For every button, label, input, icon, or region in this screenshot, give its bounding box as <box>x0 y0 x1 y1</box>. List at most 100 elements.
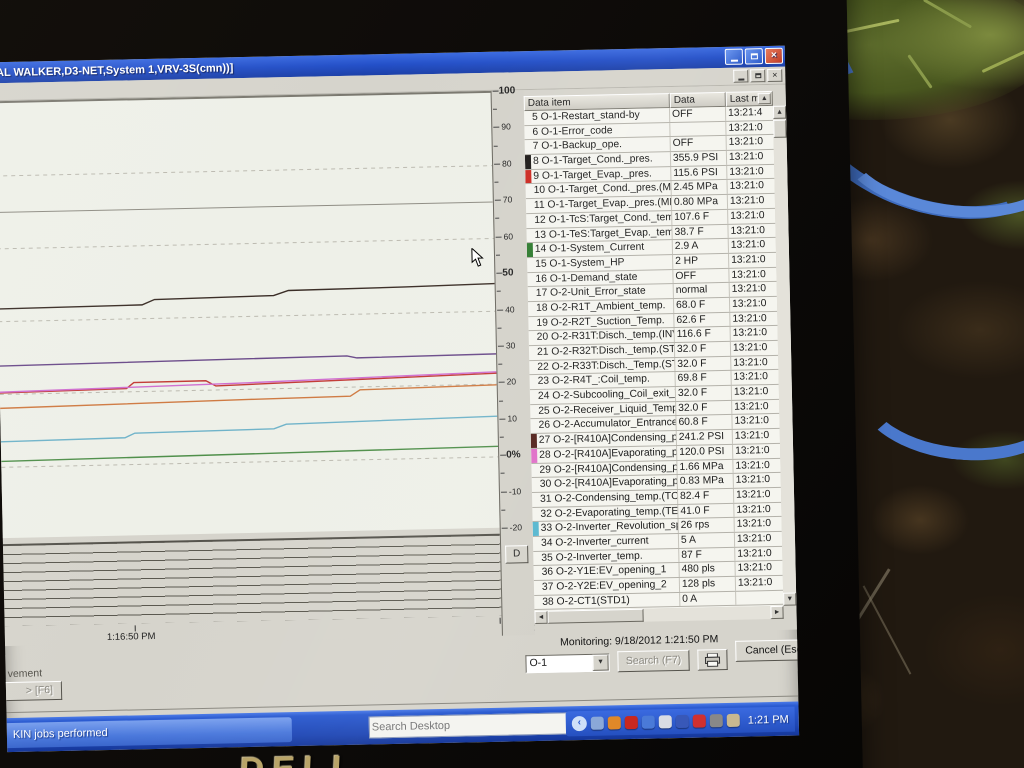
cell-data-value: 115.6 PSI <box>671 166 727 181</box>
cell-data-value: 2.45 MPa <box>671 180 727 195</box>
cell-last-time: 13:21:0 <box>730 311 777 326</box>
mdi-restore-button[interactable] <box>750 69 765 82</box>
taskbar-task-button[interactable]: KIN jobs performed <box>7 717 292 748</box>
green-line <box>1 446 498 461</box>
y-axis-tick <box>495 200 501 201</box>
y-axis-tick <box>496 236 502 237</box>
cell-data-value: 120.0 PSI <box>677 445 733 460</box>
search-button[interactable]: Search (F7) <box>617 650 689 673</box>
cell-last-time: 13:21:0 <box>733 458 780 473</box>
movement-label: vement <box>8 667 43 680</box>
search-input[interactable] <box>372 714 562 736</box>
horizontal-scroll-thumb[interactable] <box>547 609 643 624</box>
unit-select-combobox[interactable]: O-1 ▼ <box>525 653 609 673</box>
y-axis-label: -20 <box>510 522 523 532</box>
cell-data-value: 116.6 F <box>675 327 731 342</box>
monitoring-status: Monitoring: 9/18/2012 1:21:50 PM <box>560 633 718 648</box>
scroll-right-icon[interactable]: ► <box>770 606 783 619</box>
agent-icon[interactable] <box>710 714 723 727</box>
orange-line <box>0 385 497 409</box>
cell-data-value: 82.4 F <box>678 489 734 504</box>
scroll-down-icon[interactable]: ▼ <box>783 593 796 606</box>
messenger-icon[interactable] <box>642 716 655 729</box>
cell-data-value: 32.0 F <box>675 342 731 357</box>
network-icon[interactable] <box>676 715 689 728</box>
gridline <box>0 202 493 212</box>
cell-last-time: 13:21:0 <box>726 121 773 136</box>
restore-button[interactable] <box>745 48 763 64</box>
system-tray: ‹ 1:21 PM <box>566 707 795 737</box>
mdi-minimize-button[interactable] <box>733 69 748 82</box>
cell-data-value: normal <box>674 283 730 298</box>
cell-last-time: 13:21:0 <box>727 135 774 150</box>
x-axis-tick <box>500 618 501 624</box>
minimize-icon <box>738 79 744 81</box>
mdi-close-button[interactable]: × <box>767 69 782 82</box>
column-header-last-m[interactable]: Last m ▲ <box>726 91 773 107</box>
movement-f6-button[interactable]: > [F6] <box>0 681 62 702</box>
display-icon[interactable] <box>659 715 672 728</box>
cell-data-value: 2.9 A <box>673 239 729 254</box>
printer-icon <box>704 653 720 667</box>
laptop: DELL AL WALKER,D3-NET,System 1,VRV-3S(cm… <box>0 0 1024 768</box>
cell-last-time: 13:21:0 <box>734 502 781 517</box>
y-axis-tick <box>493 109 497 110</box>
cell-last-time: 13:21:0 <box>732 400 779 415</box>
cell-data-value: 68.0 F <box>674 298 730 313</box>
cell-data-value: 0.83 MPa <box>678 474 734 489</box>
purple-line <box>0 353 496 366</box>
mouse-cursor <box>471 248 485 268</box>
cell-data-value: 87 F <box>679 547 735 562</box>
update-icon[interactable] <box>608 716 621 729</box>
window-title: AL WALKER,D3-NET,System 1,VRV-3S(cmn))] <box>0 62 234 79</box>
volume-icon[interactable] <box>591 717 604 730</box>
cell-last-time: 13:21:0 <box>727 150 774 165</box>
cell-last-time: 13:21:0 <box>736 576 783 591</box>
gridline <box>0 166 492 176</box>
digital-mode-button[interactable]: D <box>505 545 528 563</box>
laptop-screen: AL WALKER,D3-NET,System 1,VRV-3S(cmn))] … <box>0 46 799 752</box>
cell-last-time: 13:21:0 <box>731 326 778 341</box>
gridline <box>0 311 495 321</box>
y-axis-label: 90 <box>501 122 511 132</box>
hide-icons-chevron-icon[interactable]: ‹ <box>572 716 587 731</box>
cell-last-time: 13:21:0 <box>728 223 775 238</box>
minimize-button[interactable] <box>725 49 743 65</box>
modem-icon[interactable] <box>727 714 740 727</box>
cell-data-value: 41.0 F <box>678 503 734 518</box>
cell-data-value: 32.0 F <box>675 357 731 372</box>
cell-last-time: 13:21:0 <box>732 385 779 400</box>
cancel-button[interactable]: Cancel (Esc) <box>735 639 799 662</box>
scroll-left-icon[interactable]: ◄ <box>534 611 547 624</box>
chevron-down-icon[interactable]: ▼ <box>592 654 608 670</box>
sort-arrow-icon[interactable]: ▲ <box>758 93 771 104</box>
y-axis-tick <box>497 291 501 292</box>
pdf-icon[interactable] <box>625 716 638 729</box>
y-axis-label: 100 <box>498 85 515 96</box>
y-axis-tick <box>497 309 503 310</box>
scroll-up-icon[interactable]: ▲ <box>773 106 786 119</box>
column-header-data[interactable]: Data <box>670 92 726 108</box>
vertical-scroll-thumb[interactable] <box>773 120 786 138</box>
cell-data-value: 0 A <box>680 591 736 606</box>
cell-last-time: 13:21:0 <box>729 253 776 268</box>
y-axis-label: 10 <box>507 413 517 423</box>
cell-data-value: 60.8 F <box>676 415 732 430</box>
cell-last-time: 13:21:0 <box>727 179 774 194</box>
cell-data-value: 2 HP <box>673 254 729 269</box>
print-button[interactable] <box>697 649 727 671</box>
chart-svg <box>0 93 500 540</box>
y-axis-label: 30 <box>506 340 516 350</box>
browser-icon[interactable] <box>693 714 706 727</box>
cell-last-time: 13:21:0 <box>731 370 778 385</box>
cell-last-time: 13:21:0 <box>735 546 782 561</box>
search-desktop-bar[interactable] <box>369 712 587 739</box>
y-axis-tick <box>499 382 505 383</box>
cell-data-value: 32.0 F <box>676 401 732 416</box>
cell-last-time: 13:21:0 <box>735 561 782 576</box>
cell-data-value: 32.0 F <box>676 386 732 401</box>
tray-icons-container <box>591 714 740 730</box>
table-body: 5 O-1-Restart_stand-byOFF13:21:46 O-1-Er… <box>524 106 783 611</box>
close-button[interactable]: × <box>765 48 783 64</box>
series-color-swatch <box>531 434 537 448</box>
